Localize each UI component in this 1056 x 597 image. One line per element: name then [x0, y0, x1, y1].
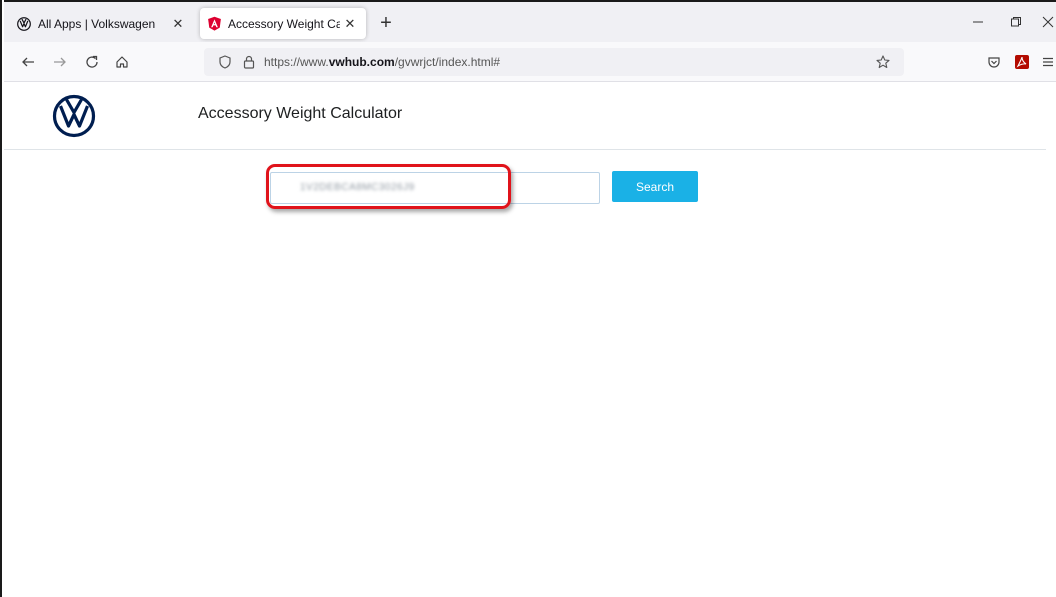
- minimize-icon[interactable]: [964, 10, 992, 34]
- lock-icon[interactable]: [240, 53, 258, 71]
- browser-window: All Apps | Volkswagen ✕ Accessory Weight…: [0, 0, 1056, 597]
- tab-all-apps[interactable]: All Apps | Volkswagen ✕: [10, 8, 194, 39]
- back-arrow-icon[interactable]: [16, 50, 40, 74]
- tab-title: Accessory Weight Calculator: [228, 16, 340, 31]
- angular-icon: [206, 16, 222, 32]
- search-button[interactable]: Search: [612, 171, 698, 202]
- forward-arrow-icon[interactable]: [48, 50, 72, 74]
- restore-icon[interactable]: [1002, 10, 1030, 34]
- pocket-icon[interactable]: [982, 50, 1006, 74]
- vw-logo-icon[interactable]: [52, 94, 96, 138]
- app-header: Accessory Weight Calculator: [4, 83, 1046, 150]
- vw-logo-icon: [16, 16, 32, 32]
- page-content: Accessory Weight Calculator 1V2DEBCA8MC3…: [4, 83, 1056, 597]
- tab-strip: All Apps | Volkswagen ✕ Accessory Weight…: [4, 0, 1056, 42]
- reload-icon[interactable]: [80, 50, 104, 74]
- new-tab-button[interactable]: +: [374, 11, 398, 35]
- tab-title: All Apps | Volkswagen: [38, 16, 156, 31]
- tracking-protection-shield-icon[interactable]: [216, 53, 234, 71]
- close-window-icon[interactable]: [1034, 10, 1056, 34]
- address-bar[interactable]: https://www.vwhub.com/gvwrjct/index.html…: [204, 48, 904, 76]
- navigation-bar: https://www.vwhub.com/gvwrjct/index.html…: [4, 42, 1056, 82]
- close-tab-icon[interactable]: ✕: [340, 14, 360, 34]
- tab-accessory-weight-calculator[interactable]: Accessory Weight Calculator ✕: [200, 8, 366, 39]
- adobe-acrobat-icon[interactable]: [1010, 50, 1034, 74]
- close-tab-icon[interactable]: ✕: [168, 14, 188, 34]
- url-text: https://www.vwhub.com/gvwrjct/index.html…: [264, 55, 501, 69]
- bookmark-star-icon[interactable]: [874, 53, 892, 71]
- home-icon[interactable]: [110, 50, 134, 74]
- menu-icon[interactable]: [1036, 50, 1056, 74]
- page-title: Accessory Weight Calculator: [198, 105, 403, 122]
- blurred-vin-value: 1V2DEBCA8MC3026J9: [300, 182, 415, 193]
